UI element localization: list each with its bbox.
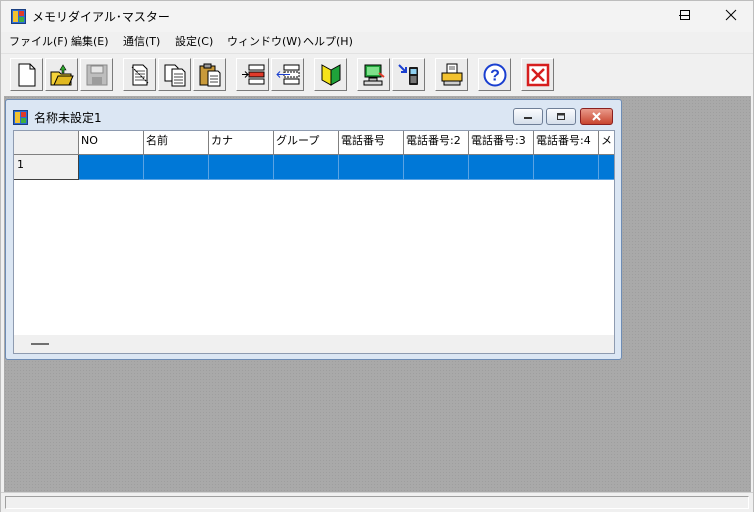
table-cell[interactable] bbox=[209, 155, 274, 180]
menu-help[interactable]: ヘルプ(H) bbox=[303, 35, 353, 48]
table-cell[interactable] bbox=[274, 155, 339, 180]
table-cell[interactable] bbox=[79, 155, 144, 180]
address-grid[interactable]: NO 名前 カナ グループ 電話番号 電話番号:2 電話番号:3 電話番号:4 … bbox=[13, 130, 615, 354]
cut-button[interactable] bbox=[123, 58, 156, 91]
receive-button[interactable] bbox=[392, 58, 425, 91]
column-header-no[interactable]: NO bbox=[79, 131, 144, 155]
window-title: メモリダイアル･マスター bbox=[32, 10, 170, 24]
table-cell[interactable] bbox=[599, 155, 614, 180]
child-title-bar[interactable]: 名称未設定1 bbox=[6, 100, 621, 128]
close-icon bbox=[581, 112, 612, 127]
horizontal-scrollbar[interactable] bbox=[14, 335, 614, 353]
app-window: メモリダイアル･マスター ファイル(F) 編集(E) 通信(T) 設定(C) ウ… bbox=[0, 0, 754, 512]
document-icon[interactable] bbox=[13, 110, 28, 125]
table-cell[interactable] bbox=[339, 155, 404, 180]
status-bar bbox=[1, 492, 753, 512]
send-button[interactable] bbox=[357, 58, 390, 91]
column-header-memo[interactable]: メ bbox=[599, 131, 614, 155]
table-cell[interactable] bbox=[144, 155, 209, 180]
column-header-phone-1[interactable]: 電話番号 bbox=[339, 131, 404, 155]
open-button[interactable] bbox=[45, 58, 78, 91]
copy-button[interactable] bbox=[158, 58, 191, 91]
column-header-phone-2[interactable]: 電話番号:2 bbox=[404, 131, 469, 155]
paste-button[interactable] bbox=[193, 58, 226, 91]
close-icon bbox=[725, 9, 737, 24]
new-button[interactable] bbox=[10, 58, 43, 91]
beginner-mode-button[interactable] bbox=[314, 58, 347, 91]
scrollbar-thumb[interactable] bbox=[31, 343, 49, 345]
maximize-button[interactable] bbox=[662, 1, 708, 32]
grid-corner[interactable] bbox=[14, 131, 79, 155]
child-minimize-button[interactable] bbox=[513, 108, 543, 125]
menu-window[interactable]: ウィンドウ(W) bbox=[227, 35, 301, 48]
close-button[interactable] bbox=[708, 1, 754, 32]
child-close-button[interactable] bbox=[580, 108, 613, 125]
table-cell[interactable] bbox=[404, 155, 469, 180]
menu-bar: ファイル(F) 編集(E) 通信(T) 設定(C) ウィンドウ(W) ヘルプ(H… bbox=[1, 32, 753, 52]
status-panel bbox=[5, 496, 749, 509]
menu-edit[interactable]: 編集(E) bbox=[71, 35, 109, 48]
svg-text:?: ? bbox=[490, 68, 500, 85]
child-restore-button[interactable] bbox=[546, 108, 576, 125]
menu-settings[interactable]: 設定(C) bbox=[175, 35, 213, 48]
child-window-title: 名称未設定1 bbox=[34, 111, 102, 125]
menu-communication[interactable]: 通信(T) bbox=[123, 35, 160, 48]
toolbar: ? bbox=[1, 53, 753, 95]
print-button[interactable] bbox=[435, 58, 468, 91]
title-bar[interactable]: メモリダイアル･マスター bbox=[1, 1, 753, 32]
row-header[interactable]: 1 bbox=[14, 155, 79, 180]
column-header-name[interactable]: 名前 bbox=[144, 131, 209, 155]
minimize-icon bbox=[514, 114, 542, 127]
table-cell[interactable] bbox=[469, 155, 534, 180]
help-button[interactable]: ? bbox=[478, 58, 511, 91]
save-button[interactable] bbox=[80, 58, 113, 91]
restore-icon bbox=[547, 113, 575, 127]
exit-button[interactable] bbox=[521, 58, 554, 91]
child-window: 名称未設定1 NO 名前 カナ グループ 電話番号 電話番号:2 電話番号:3 … bbox=[5, 99, 622, 360]
app-icon[interactable] bbox=[11, 9, 26, 24]
insert-row-button[interactable] bbox=[236, 58, 269, 91]
menu-file[interactable]: ファイル(F) bbox=[9, 35, 68, 48]
delete-row-button[interactable] bbox=[271, 58, 304, 91]
column-header-group[interactable]: グループ bbox=[274, 131, 339, 155]
column-header-phone-3[interactable]: 電話番号:3 bbox=[469, 131, 534, 155]
maximize-icon bbox=[679, 9, 691, 24]
column-header-phone-4[interactable]: 電話番号:4 bbox=[534, 131, 599, 155]
column-header-kana[interactable]: カナ bbox=[209, 131, 274, 155]
table-cell[interactable] bbox=[534, 155, 599, 180]
